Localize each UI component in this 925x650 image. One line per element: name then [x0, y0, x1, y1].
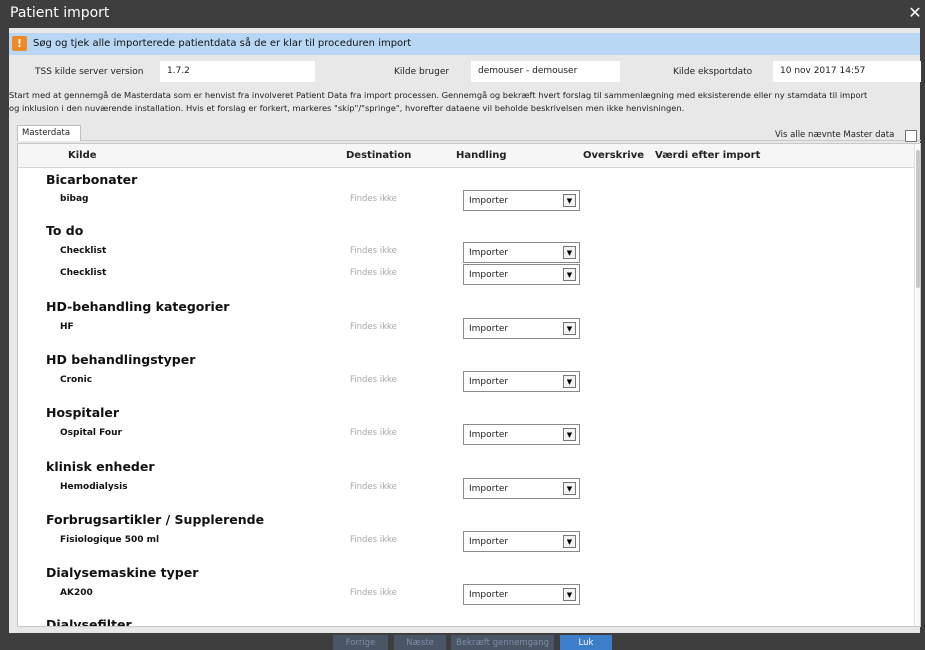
close-icon[interactable]: ✕: [907, 4, 923, 22]
chevron-down-icon[interactable]: ▼: [563, 535, 576, 548]
server-version-value: 1.7.2: [160, 61, 315, 82]
tab-underline: [17, 140, 921, 141]
row-destination: Findes ikke: [350, 588, 397, 598]
row-source: Ospital Four: [60, 428, 122, 438]
action-select[interactable]: Importer ▼: [463, 478, 580, 499]
action-select-value: Importer: [469, 248, 509, 258]
group-title: Forbrugsartikler / Supplerende: [46, 512, 265, 527]
action-select-value: Importer: [469, 270, 509, 280]
column-header-vaerdi[interactable]: Værdi efter import: [655, 150, 760, 161]
column-header-overskrive[interactable]: Overskrive: [583, 150, 644, 161]
table-row: Ospital Four Findes ikke Importer ▼: [18, 424, 915, 446]
row-source: Hemodialysis: [60, 482, 128, 492]
warning-icon: !: [12, 36, 27, 51]
table-row: Hemodialysis Findes ikke Importer ▼: [18, 478, 915, 500]
source-info-row: TSS kilde server version 1.7.2 Kilde bru…: [9, 58, 921, 86]
table-row: AK200 Findes ikke Importer ▼: [18, 584, 915, 606]
instructions-line-2: og inklusion i den nuværende installatio…: [9, 102, 685, 113]
action-select-value: Importer: [469, 484, 509, 494]
row-source: bibag: [60, 194, 89, 204]
row-destination: Findes ikke: [350, 322, 397, 332]
source-user-label: Kilde bruger: [394, 67, 450, 77]
tab-masterdata[interactable]: Masterdata: [17, 125, 81, 141]
chevron-down-icon[interactable]: ▼: [563, 322, 576, 335]
row-source: HF: [60, 322, 74, 332]
frame-border-left: [0, 28, 9, 650]
chevron-down-icon[interactable]: ▼: [563, 588, 576, 601]
confirm-review-button[interactable]: Bekræft gennemgang: [451, 635, 554, 650]
group-title: Dialysemaskine typer: [46, 565, 199, 580]
row-destination: Findes ikke: [350, 535, 397, 545]
row-destination: Findes ikke: [350, 246, 397, 256]
chevron-down-icon[interactable]: ▼: [563, 246, 576, 259]
source-user-value: demouser - demouser: [471, 61, 620, 82]
show-all-label: Vis alle nævnte Master data: [775, 130, 895, 140]
row-source: Cronic: [60, 375, 93, 385]
group-title: Dialysefilter: [46, 617, 132, 627]
action-select-value: Importer: [469, 537, 509, 547]
group-title: HD-behandling kategorier: [46, 299, 230, 314]
vertical-scrollbar[interactable]: [914, 144, 920, 626]
action-select-value: Importer: [469, 377, 509, 387]
action-select[interactable]: Importer ▼: [463, 318, 580, 339]
chevron-down-icon[interactable]: ▼: [563, 428, 576, 441]
title-bar: Patient import ✕: [0, 0, 925, 28]
row-source: Checklist: [60, 268, 107, 278]
group-title: Hospitaler: [46, 405, 120, 420]
instructions-text: Start med at gennemgå de Masterdata som …: [9, 89, 925, 114]
table-row: Fisiologique 500 ml Findes ikke Importer…: [18, 531, 915, 553]
group-title: To do: [46, 223, 84, 238]
action-select[interactable]: Importer ▼: [463, 424, 580, 445]
export-date-value: 10 nov 2017 14:57: [773, 61, 921, 82]
next-button[interactable]: Næste: [394, 635, 446, 650]
table-row: HF Findes ikke Importer ▼: [18, 318, 915, 340]
action-select-value: Importer: [469, 196, 509, 206]
group-title: klinisk enheder: [46, 459, 155, 474]
banner-message: Søg og tjek alle importerede patientdata…: [33, 38, 412, 49]
chevron-down-icon[interactable]: ▼: [563, 482, 576, 495]
action-select[interactable]: Importer ▼: [463, 584, 580, 605]
export-date-label: Kilde eksportdato: [673, 67, 753, 77]
grid-body: Bicarbonater bibag Findes ikke Importer ▼…: [18, 168, 915, 627]
action-select[interactable]: Importer ▼: [463, 264, 580, 285]
row-destination: Findes ikke: [350, 268, 397, 278]
row-source: AK200: [60, 588, 93, 598]
row-destination: Findes ikke: [350, 482, 397, 492]
row-destination: Findes ikke: [350, 194, 397, 204]
action-select[interactable]: Importer ▼: [463, 242, 580, 263]
action-select-value: Importer: [469, 324, 509, 334]
action-select[interactable]: Importer ▼: [463, 371, 580, 392]
action-select-value: Importer: [469, 590, 509, 600]
scrollbar-thumb[interactable]: [916, 150, 920, 288]
chevron-down-icon[interactable]: ▼: [563, 194, 576, 207]
close-button[interactable]: Luk: [560, 635, 612, 650]
table-row: Checklist Findes ikke Importer ▼: [18, 242, 915, 264]
column-header-kilde[interactable]: Kilde: [68, 150, 97, 161]
server-version-label: TSS kilde server version: [35, 67, 144, 77]
row-source: Fisiologique 500 ml: [60, 535, 160, 545]
row-source: Checklist: [60, 246, 107, 256]
row-destination: Findes ikke: [350, 375, 397, 385]
action-select[interactable]: Importer ▼: [463, 531, 580, 552]
show-all-checkbox[interactable]: [905, 130, 917, 142]
table-row: Checklist Findes ikke Importer ▼: [18, 264, 915, 286]
instructions-line-1: Start med at gennemgå de Masterdata som …: [9, 90, 868, 100]
chevron-down-icon[interactable]: ▼: [563, 375, 576, 388]
action-select-value: Importer: [469, 430, 509, 440]
previous-button[interactable]: Forrige: [333, 635, 388, 650]
table-row: bibag Findes ikke Importer ▼: [18, 190, 915, 212]
group-title: HD behandlingstyper: [46, 352, 196, 367]
column-header-destination[interactable]: Destination: [346, 150, 411, 161]
group-title: Bicarbonater: [46, 172, 138, 187]
row-destination: Findes ikke: [350, 428, 397, 438]
window-title: Patient import: [10, 5, 110, 21]
masterdata-grid: Kilde Destination Handling Overskrive Væ…: [17, 143, 921, 627]
action-select[interactable]: Importer ▼: [463, 190, 580, 211]
info-banner: ! Søg og tjek alle importerede patientda…: [9, 33, 920, 55]
column-header-handling[interactable]: Handling: [456, 150, 507, 161]
table-row: Cronic Findes ikke Importer ▼: [18, 371, 915, 393]
grid-header: Kilde Destination Handling Overskrive Væ…: [18, 144, 920, 168]
chevron-down-icon[interactable]: ▼: [563, 268, 576, 281]
